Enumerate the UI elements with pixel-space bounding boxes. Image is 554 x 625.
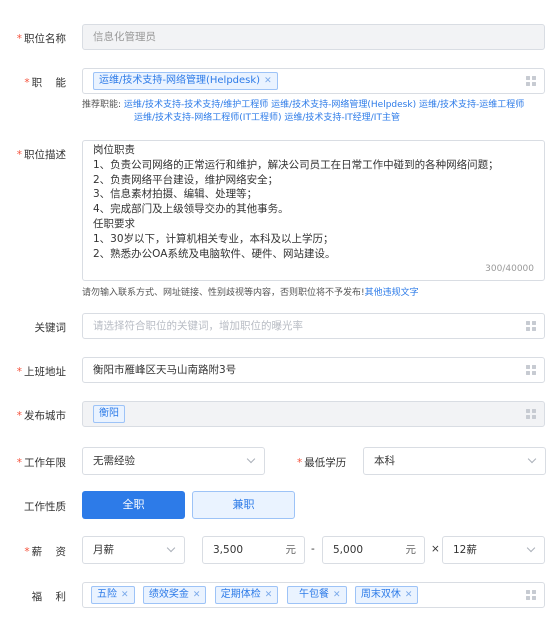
experience-label: * 工作年限 — [16, 457, 66, 469]
keywords-input[interactable]: 请选择符合职位的关键词，增加职位的曝光率 — [82, 313, 545, 339]
function-select[interactable]: 运维/技术支持-网络管理(Helpdesk) ✕ — [82, 68, 545, 94]
chevron-down-icon — [526, 543, 536, 553]
salary-min-value: 3,500 — [213, 544, 244, 556]
tag-close-icon[interactable]: ✕ — [333, 590, 341, 600]
benefits-row: 福 利 五险 ✕ 绩效奖金 ✕ 定期体检 ✕ 午包餐 ✕ 周末双休 ✕ — [0, 582, 554, 608]
fulltime-button[interactable]: 全职 — [82, 491, 185, 519]
salary-type-select[interactable]: 月薪 — [82, 536, 185, 564]
times-sign: × — [431, 543, 440, 555]
char-counter: 300/40000 — [485, 264, 534, 275]
description-row: * 职位描述 岗位职责 1、负责公司网络的正常运行和维护，解决公司员工在日常工作中… — [0, 140, 554, 300]
description-line: 岗位职责 — [93, 144, 135, 156]
description-line: 1、30岁以下，计算机相关专业，本科及以上学历； — [93, 232, 334, 245]
education-select[interactable]: 本科 — [363, 447, 546, 475]
recommend-link[interactable]: 运维/技术支持-IT经理/IT主管 — [284, 113, 400, 123]
address-value: 衡阳市雁峰区天马山南路附3号 — [93, 364, 237, 376]
function-tag: 运维/技术支持-网络管理(Helpdesk) ✕ — [93, 72, 278, 90]
range-dash: - — [311, 543, 315, 555]
currency-unit: 元 — [405, 544, 417, 556]
city-row: * 发布城市 衡阳 — [0, 401, 554, 427]
grid-icon[interactable] — [526, 409, 536, 419]
keywords-placeholder: 请选择符合职位的关键词，增加职位的曝光率 — [93, 320, 303, 332]
salary-label: * 薪 资 — [24, 546, 66, 558]
education-label: * 最低学历 — [297, 457, 347, 469]
salary-type-value: 月薪 — [93, 544, 114, 556]
recommend-link[interactable]: 运维/技术支持-运维工程师 — [419, 100, 524, 110]
grid-icon[interactable] — [526, 321, 536, 331]
grid-icon[interactable] — [526, 590, 536, 600]
address-input[interactable]: 衡阳市雁峰区天马山南路附3号 — [82, 357, 545, 383]
description-line: 1、负责公司网络的正常运行和维护，解决公司员工在日常工作中碰到的各种网络问题； — [93, 158, 499, 171]
salary-max-value: 5,000 — [333, 544, 364, 556]
description-textarea[interactable]: 岗位职责 1、负责公司网络的正常运行和维护，解决公司员工在日常工作中碰到的各种网… — [82, 140, 545, 281]
job-title-label: * 职位名称 — [16, 33, 66, 45]
recommend-label: 推荐职能: — [82, 100, 122, 110]
parttime-button[interactable]: 兼职 — [192, 491, 295, 519]
salary-months-value: 12薪 — [453, 544, 477, 556]
nature-row: 工作性质 全职 兼职 — [0, 491, 554, 519]
chevron-down-icon — [166, 543, 176, 553]
benefits-label: 福 利 — [31, 591, 66, 603]
salary-row: * 薪 资 月薪 3,500 元 - 5,000 元 × 12薪 — [0, 536, 554, 564]
grid-icon[interactable] — [526, 76, 536, 86]
description-label: * 职位描述 — [16, 149, 66, 161]
warning-text: 请勿输入联系方式、网址链接、性别歧视等内容，否则职位将不予发布! — [82, 288, 365, 298]
chevron-down-icon — [527, 454, 537, 464]
job-title-row: * 职位名称 信息化管理员 — [0, 24, 554, 50]
function-row: * 职 能 运维/技术支持-网络管理(Helpdesk) ✕ 推荐职能: 运维/技术… — [0, 68, 554, 128]
city-tag: 衡阳 — [93, 405, 125, 423]
recommend-link[interactable]: 运维/技术支持-技术支持/维护工程师 — [124, 100, 268, 110]
benefits-select[interactable]: 五险 ✕ 绩效奖金 ✕ 定期体检 ✕ 午包餐 ✕ 周末双休 ✕ — [82, 582, 545, 608]
city-select[interactable]: 衡阳 — [82, 401, 545, 427]
keywords-row: 关键词 请选择符合职位的关键词，增加职位的曝光率 — [0, 313, 554, 339]
currency-unit: 元 — [285, 544, 297, 556]
tag-close-icon[interactable]: ✕ — [121, 590, 129, 600]
city-label: * 发布城市 — [16, 410, 66, 422]
benefit-tag: 定期体检 ✕ — [214, 586, 279, 604]
function-label: * 职 能 — [24, 77, 66, 89]
tag-close-icon[interactable]: ✕ — [193, 590, 201, 600]
benefit-tag: 绩效奖金 ✕ — [142, 586, 207, 604]
description-line: 4、完成部门及上级领导交办的其他事务。 — [93, 203, 289, 216]
recommend-functions: 推荐职能: 运维/技术支持-技术支持/维护工程师 运维/技术支持-网络管理(He… — [82, 99, 552, 125]
experience-value: 无需经验 — [93, 455, 135, 467]
tag-close-icon[interactable]: ✕ — [264, 76, 272, 86]
keywords-label: 关键词 — [34, 322, 67, 334]
address-row: * 上班地址 衡阳市雁峰区天马山南路附3号 — [0, 357, 554, 383]
description-line: 2、熟悉办公OA系统及电脑软件、硬件、网站建设。 — [93, 247, 336, 260]
salary-months-select[interactable]: 12薪 — [442, 536, 545, 564]
benefit-tag: 五险 ✕ — [91, 586, 135, 604]
chevron-down-icon — [246, 454, 256, 464]
description-line: 任职要求 — [93, 217, 135, 230]
nature-label: 工作性质 — [24, 501, 66, 513]
recommend-link[interactable]: 运维/技术支持-网络管理(Helpdesk) — [271, 100, 416, 110]
description-line: 2、负责网络平台建设，维护网络安全； — [93, 173, 279, 186]
salary-min-input[interactable]: 3,500 元 — [202, 536, 305, 564]
description-line: 3、信息素材拍摄、编辑、处理等； — [93, 188, 258, 201]
recommend-link[interactable]: 运维/技术支持-网络工程师(IT工程师) — [134, 113, 281, 123]
benefit-tag: 周末双休 ✕ — [354, 586, 419, 604]
violation-link[interactable]: 其他违规文字 — [365, 288, 419, 298]
job-title-input[interactable]: 信息化管理员 — [82, 24, 545, 50]
description-warning: 请勿输入联系方式、网址链接、性别歧视等内容，否则职位将不予发布!其他违规文字 — [82, 285, 419, 298]
experience-select[interactable]: 无需经验 — [82, 447, 265, 475]
salary-max-input[interactable]: 5,000 元 — [322, 536, 425, 564]
education-value: 本科 — [374, 455, 395, 467]
address-label: * 上班地址 — [16, 366, 66, 378]
benefit-tag: 午包餐 ✕ — [286, 586, 347, 604]
tag-close-icon[interactable]: ✕ — [405, 590, 413, 600]
experience-row: * 工作年限 无需经验 * 最低学历 本科 — [0, 447, 554, 475]
grid-icon[interactable] — [526, 365, 536, 375]
tag-close-icon[interactable]: ✕ — [265, 590, 273, 600]
